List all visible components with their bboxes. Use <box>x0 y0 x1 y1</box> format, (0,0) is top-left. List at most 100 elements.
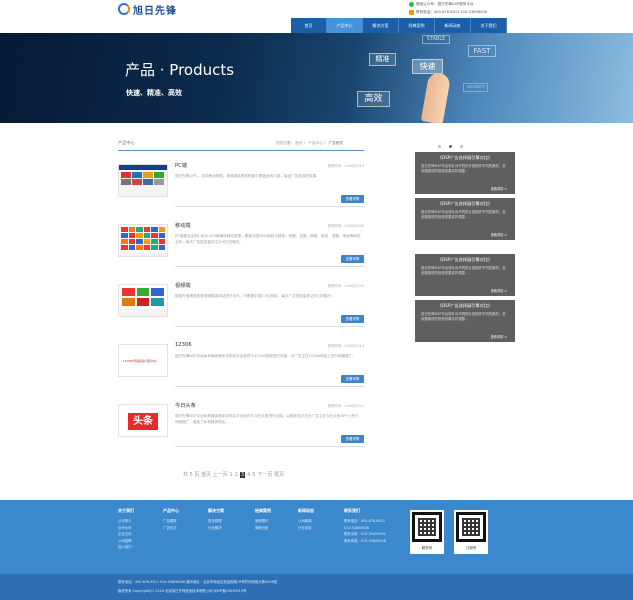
footer-link[interactable]: 案例分析 <box>255 525 271 532</box>
side-card-desc: 旭日先锋DSP平台将针对不同的计划制作不同的素材，并依据素材的投放效果实时调整.… <box>421 266 506 276</box>
product-item: 12306中国铁路客户服务中心 12306 发布时间：2016/01/13 旭日先锋D… <box>118 342 364 402</box>
product-date: 发布时间：2016/01/11 <box>327 404 365 408</box>
side-card-more-link[interactable]: 查看详情 > <box>491 186 507 191</box>
product-description: 旭日先锋DSP平台私有媒体程序化购买平台及时与今日头条进行对接，以程序化方式为广… <box>175 414 358 425</box>
footer-link[interactable]: 加入我们 <box>118 544 134 551</box>
thumb-caption: 12306中国铁路客户服务中心 <box>123 360 158 363</box>
product-thumbnail[interactable]: 头条 <box>118 404 168 437</box>
nav-item-5[interactable]: 关于我们 <box>471 18 507 33</box>
pager-page-5[interactable]: 5 <box>252 472 255 478</box>
qr-code-block[interactable]: 服务号 <box>410 510 444 554</box>
footer-bottom: 联系电话：400-876-8511 010-53806006 通讯地址：北京市海… <box>0 574 633 600</box>
side-card-desc: 旭日先锋DSP平台将针对不同的计划制作不同的素材，并依据素材的投放效果实时调整.… <box>421 312 506 322</box>
hero-banner: 产品 · Products 快速、精准、高效 STABLE FAST 精准 快速… <box>0 33 633 123</box>
pager-page-1[interactable]: 1 <box>230 472 233 478</box>
footer-column-heading[interactable]: 解决方案 <box>208 508 224 514</box>
side-card-title[interactable]: 《DSP广告选择展引擎对比》 <box>421 303 509 309</box>
view-details-button[interactable]: 查看详情 <box>341 435 364 443</box>
nav-item-1[interactable]: 产品中心 <box>327 18 363 33</box>
pager-page-2[interactable]: 2 <box>235 472 238 478</box>
footer-link[interactable]: 联系电话：400-876-8511 <box>344 518 386 525</box>
view-details-button[interactable]: 查看详情 <box>341 195 364 203</box>
nav-item-2[interactable]: 解决方案 <box>363 18 399 33</box>
product-description: 链接方面精选多家视频媒体网站进行合作，可覆盖中国4.5亿网民，每天广告投放量多达… <box>175 294 332 298</box>
view-details-button[interactable]: 查看详情 <box>341 375 364 383</box>
banner-tag-precise: 精准 <box>369 53 396 66</box>
wechat-icon <box>409 2 414 7</box>
qr-code-block[interactable]: 订阅号 <box>454 510 488 554</box>
product-thumbnail[interactable] <box>118 284 168 317</box>
product-divider <box>175 446 364 447</box>
footer: 关于我们 公司简介 合作伙伴 企业文化 公司招聘 加入我们 产品中心 广告展现 广告形式 解决方案… <box>0 500 633 574</box>
banner-tag-security: SECURITY <box>463 83 488 92</box>
footer-link[interactable]: 行业动态 <box>298 525 314 532</box>
side-card-more-link[interactable]: 查看详情 > <box>491 232 507 237</box>
footer-column-heading[interactable]: 联系我们 <box>344 508 386 514</box>
product-title[interactable]: 12306 <box>175 342 192 348</box>
breadcrumb-current: 广告形式 <box>328 141 343 145</box>
view-details-button[interactable]: 查看详情 <box>341 255 364 263</box>
side-card-desc: 旭日先锋DSP平台将针对不同的计划制作不同的素材，并依据素材的投放效果实时调整.… <box>421 164 506 174</box>
footer-column: 联系我们 联系电话：400-876-8511 010-53806006 联系手机：01… <box>344 508 386 544</box>
qr-label: 服务号 <box>421 546 433 550</box>
product-title[interactable]: 视频端 <box>175 282 191 289</box>
wechat-text: 微信公众号：旭日先锋DSP服务平台 <box>416 2 474 6</box>
slider-dot-active[interactable] <box>449 145 452 148</box>
footer-link[interactable]: 广告形式 <box>163 525 179 532</box>
footer-column-heading[interactable]: 关于我们 <box>118 508 134 514</box>
product-description: 旭日先锋DSP平台私有媒体程序化购买平台及时与12306官网进行对接，为广告主在… <box>175 354 357 358</box>
product-divider <box>175 326 364 327</box>
site-logo[interactable]: 旭日先锋 <box>118 3 177 17</box>
side-card-title[interactable]: 《DSP广告选择展引擎对比》 <box>421 155 509 161</box>
footer-link[interactable]: 行业解决 <box>208 525 224 532</box>
side-card-title[interactable]: 《DSP广告选择展引擎对比》 <box>421 201 509 207</box>
banner-tag-stable: STABLE <box>422 35 450 44</box>
product-thumbnail[interactable] <box>118 224 168 257</box>
side-card[interactable]: 《DSP广告选择展引擎对比》旭日先锋DSP平台将针对不同的计划制作不同的素材，并… <box>415 300 515 342</box>
product-thumbnail[interactable]: 12306中国铁路客户服务中心 <box>118 344 168 377</box>
product-date: 发布时间：2016/01/13 <box>327 344 365 348</box>
footer-link[interactable]: 联系手机：010-59425292 <box>344 531 386 538</box>
product-description: PC端整合全网1,600,000家媒体网站资源，覆盖中国98%网民与精英。份额、… <box>175 234 361 245</box>
footer-column: 解决方案 投放原理 行业解决 <box>208 508 224 531</box>
footer-column: 新闻动态 公司新闻 行业动态 <box>298 508 314 531</box>
footer-column-heading[interactable]: 产品中心 <box>163 508 179 514</box>
nav-item-4[interactable]: 新闻动态 <box>435 18 471 33</box>
side-card-more-link[interactable]: 查看详情 > <box>491 288 507 293</box>
product-date: 发布时间：2016/01/13 <box>327 164 365 168</box>
banner-tag-efficient: 高效 <box>357 91 390 107</box>
footer-link[interactable]: 联系传真：010-53806006 <box>344 538 386 545</box>
navigation-bar: 首页 产品中心 解决方案 经典案例 新闻动态 关于我们 <box>0 18 633 33</box>
breadcrumb-mid[interactable]: 产品中心 <box>308 141 322 145</box>
side-card[interactable]: 《DSP广告选择展引擎对比》旭日先锋DSP平台将针对不同的计划制作不同的素材，并… <box>415 152 515 194</box>
wechat-info: 微信公众号：旭日先锋DSP服务平台 <box>409 2 474 7</box>
side-card[interactable]: 《DSP广告选择展引擎对比》 旭日先锋DSP平台将针对不同的计划制作不同的素材，并… <box>415 198 515 240</box>
view-details-button[interactable]: 查看详情 <box>341 315 364 323</box>
breadcrumb-home[interactable]: 首页 <box>295 141 302 145</box>
banner-title: 产品 · Products <box>125 61 235 79</box>
side-card-more-link[interactable]: 查看详情 > <box>491 334 507 339</box>
pager-page-4[interactable]: 4 <box>247 472 250 478</box>
main-nav: 首页 产品中心 解决方案 经典案例 新闻动态 关于我们 <box>291 18 507 33</box>
side-card-title[interactable]: 《DSP广告选择展引擎对比》 <box>421 257 509 263</box>
product-title[interactable]: PC端 <box>175 162 187 169</box>
pager-suffix[interactable]: 下一页 尾页 <box>257 471 284 478</box>
slider-dot[interactable] <box>460 145 463 148</box>
banner-tag-speed: 快速 <box>412 59 443 74</box>
product-description: 旭日先锋以PC、手机移动网络、视频网站等多种媒介覆盖全网人群，保证广告投放的效果… <box>175 174 320 178</box>
pager-page-3[interactable]: 3 <box>239 471 246 478</box>
product-date: 发布时间：2016/02/09 <box>327 224 365 228</box>
slider-dot[interactable] <box>438 145 441 148</box>
product-title[interactable]: 移动端 <box>175 222 191 229</box>
product-item: 视频端 发布时间：2016/01/20 链接方面精选多家视频媒体网站进行合作，可覆盖… <box>118 282 364 342</box>
product-title[interactable]: 今日头条 <box>175 402 196 409</box>
nav-item-3[interactable]: 经典案例 <box>399 18 435 33</box>
pager-prefix[interactable]: 共 5 页 首页 上一页 <box>183 471 228 478</box>
footer-column-heading[interactable]: 经典案例 <box>255 508 271 514</box>
footer-column: 产品中心 广告展现 广告形式 <box>163 508 179 531</box>
product-thumbnail[interactable] <box>118 164 168 197</box>
nav-item-0[interactable]: 首页 <box>291 18 327 33</box>
section-divider <box>118 150 364 151</box>
footer-column-heading[interactable]: 新闻动态 <box>298 508 314 514</box>
side-card[interactable]: 《DSP广告选择展引擎对比》旭日先锋DSP平台将针对不同的计划制作不同的素材，并… <box>415 254 515 296</box>
